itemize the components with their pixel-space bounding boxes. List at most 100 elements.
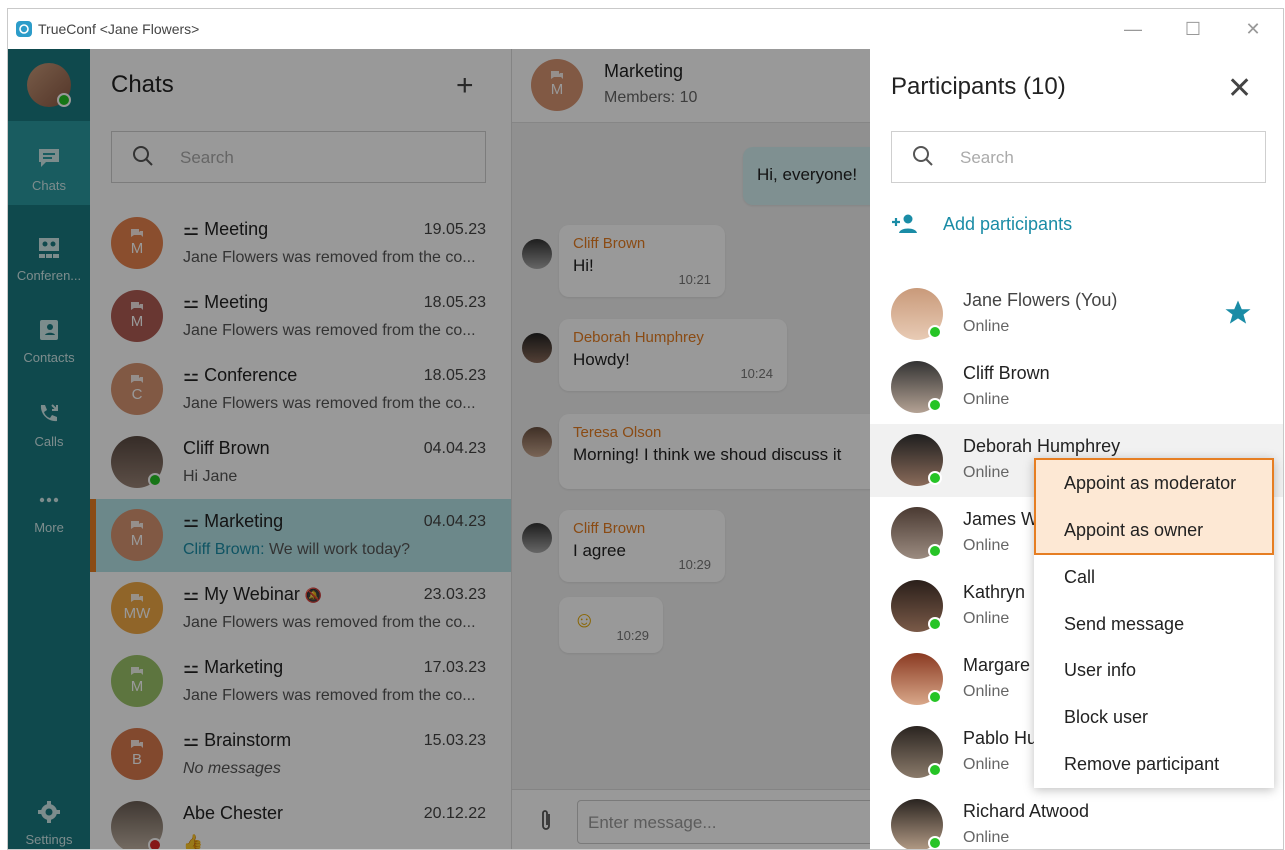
my-avatar[interactable]	[27, 63, 71, 107]
rail-item-calls[interactable]: Calls	[8, 401, 90, 449]
chat-date: 19.05.23	[423, 221, 486, 238]
chat-date: 23.03.23	[423, 586, 486, 603]
add-participants-label: Add participants	[943, 213, 1073, 234]
add-participants-button[interactable]: Add participants	[891, 213, 1072, 235]
participants-search-input[interactable]: Search	[891, 131, 1266, 183]
online-status-dot	[57, 93, 71, 107]
message-bubble[interactable]: ☺ 10:29	[559, 597, 663, 653]
message-bubble[interactable]: Cliff Brown I agree 10:29	[559, 510, 725, 582]
group-avatar: MW	[111, 582, 163, 634]
user-avatar	[891, 361, 943, 413]
chat-preview: 👍	[183, 835, 203, 850]
rail-label: Contacts	[23, 350, 75, 365]
chat-list-item[interactable]: Cliff Brown 04.04.23 Hi Jane	[90, 426, 511, 499]
chat-date: 18.05.23	[423, 367, 486, 384]
owner-star-icon	[1225, 300, 1251, 324]
group-avatar: M	[111, 509, 163, 561]
chat-search-input[interactable]: Search	[111, 131, 486, 183]
chat-list-item[interactable]: M ⚍ Marketing 17.03.23 Jane Flowers was …	[90, 645, 511, 718]
offline-status-dot	[148, 838, 162, 849]
trueconf-logo-icon	[16, 21, 32, 37]
menu-item-call[interactable]: Call	[1064, 567, 1095, 588]
user-avatar	[111, 801, 163, 849]
message-text: Morning! I think we shoud discuss it	[573, 445, 842, 464]
group-avatar: M	[111, 655, 163, 707]
message-time: 10:29	[616, 628, 649, 643]
participant-status: Online	[963, 756, 1010, 773]
group-avatar: M	[531, 59, 583, 111]
chat-list-item[interactable]: MW ⚍ My Webinar 🔕 23.03.23 Jane Flowers …	[90, 572, 511, 645]
message-bubble[interactable]: Teresa Olson Morning! I think we shoud d…	[559, 414, 889, 489]
chat-preview: Jane Flowers was removed from the co...	[183, 395, 476, 412]
title-bar: TrueConf <Jane Flowers> — ☐ ✕	[8, 9, 1283, 49]
chat-conversation: M Marketing Members: 10 Hi, everyone! Cl…	[511, 49, 889, 849]
gear-icon	[38, 801, 60, 823]
chat-name: ⚍ Brainstorm	[183, 730, 292, 750]
participant-status: Online	[963, 610, 1010, 627]
chat-list-panel: Chats + Search M ⚍ Meeting 19.05.23 Jane…	[90, 49, 511, 850]
participant-status: Online	[963, 464, 1010, 481]
menu-item-send-message[interactable]: Send message	[1064, 614, 1184, 635]
chat-list-item[interactable]: B ⚍ Brainstorm 15.03.23 No messages	[90, 718, 511, 791]
message-bubble[interactable]: Deborah Humphrey Howdy! 10:24	[559, 319, 787, 391]
message-time: 10:24	[740, 366, 773, 381]
chat-date: 17.03.23	[423, 659, 486, 676]
maximize-button[interactable]: ☐	[1163, 9, 1223, 49]
participant-row[interactable]: Jane Flowers (You) Online	[870, 278, 1283, 351]
participant-context-menu: Appoint as moderator Appoint as owner Ca…	[1034, 458, 1274, 788]
chat-list-title: Chats	[111, 71, 174, 98]
close-window-button[interactable]: ✕	[1223, 9, 1283, 49]
search-icon	[913, 146, 933, 166]
menu-item-remove-participant[interactable]: Remove participant	[1064, 754, 1219, 775]
rail-item-chats[interactable]: Chats	[8, 121, 90, 205]
chat-date: 15.03.23	[423, 732, 486, 749]
calls-icon	[40, 404, 58, 422]
paperclip-icon[interactable]	[538, 808, 554, 834]
user-avatar	[891, 288, 943, 340]
sender-avatar	[522, 427, 552, 457]
chat-name: Cliff Brown	[183, 438, 270, 458]
chat-date: 20.12.22	[423, 805, 486, 822]
online-status-dot	[928, 471, 942, 485]
participant-row[interactable]: Richard Atwood Online	[870, 789, 1283, 849]
own-message-bubble[interactable]: Hi, everyone!	[743, 147, 883, 205]
chat-list-item-selected[interactable]: M ⚍ Marketing 04.04.23 Cliff Brown: We w…	[90, 499, 511, 572]
user-avatar	[891, 434, 943, 486]
message-time: 10:29	[678, 557, 711, 572]
rail-item-conferences[interactable]: Conferen...	[8, 235, 90, 283]
rail-item-contacts[interactable]: Contacts	[8, 317, 90, 365]
online-status-dot	[148, 473, 162, 487]
menu-item-appoint-moderator[interactable]: Appoint as moderator	[1064, 473, 1236, 494]
user-avatar	[891, 507, 943, 559]
chat-name: ⚍ My Webinar 🔕	[183, 584, 323, 604]
group-avatar: B	[111, 728, 163, 780]
chat-list-item[interactable]: M ⚍ Meeting 18.05.23 Jane Flowers was re…	[90, 280, 511, 353]
rail-item-more[interactable]: More	[8, 487, 90, 535]
participant-name: Pablo Hu	[963, 728, 1038, 748]
chat-list-item[interactable]: M ⚍ Meeting 19.05.23 Jane Flowers was re…	[90, 207, 511, 280]
muted-bell-icon: 🔕	[304, 587, 323, 603]
message-bubble[interactable]: Cliff Brown Hi! 10:21	[559, 225, 725, 297]
participant-name: Deborah Humphrey	[963, 436, 1121, 456]
menu-item-user-info[interactable]: User info	[1064, 660, 1136, 681]
rail-label: Conferen...	[16, 268, 82, 283]
chat-preview: No messages	[183, 760, 281, 777]
online-status-dot	[928, 398, 942, 412]
participant-name: James W	[963, 509, 1039, 529]
chat-preview: Hi Jane	[183, 468, 238, 485]
message-input[interactable]: Enter message...	[577, 800, 877, 844]
group-avatar: M	[111, 217, 163, 269]
user-avatar	[111, 436, 163, 488]
rail-label: Chats	[32, 178, 66, 193]
menu-item-appoint-owner[interactable]: Appoint as owner	[1064, 520, 1203, 541]
close-panel-button[interactable]: ✕	[1227, 71, 1252, 106]
message-sender: Cliff Brown	[573, 235, 646, 252]
rail-item-settings[interactable]: Settings	[8, 799, 90, 847]
chat-list-item[interactable]: Abe Chester 20.12.22 👍	[90, 791, 511, 850]
new-chat-button[interactable]: +	[456, 69, 474, 103]
menu-item-block-user[interactable]: Block user	[1064, 707, 1148, 728]
chat-list-item[interactable]: C ⚍ Conference 18.05.23 Jane Flowers was…	[90, 353, 511, 426]
minimize-button[interactable]: —	[1103, 9, 1163, 49]
sender-avatar	[522, 523, 552, 553]
participant-row[interactable]: Cliff Brown Online	[870, 351, 1283, 424]
